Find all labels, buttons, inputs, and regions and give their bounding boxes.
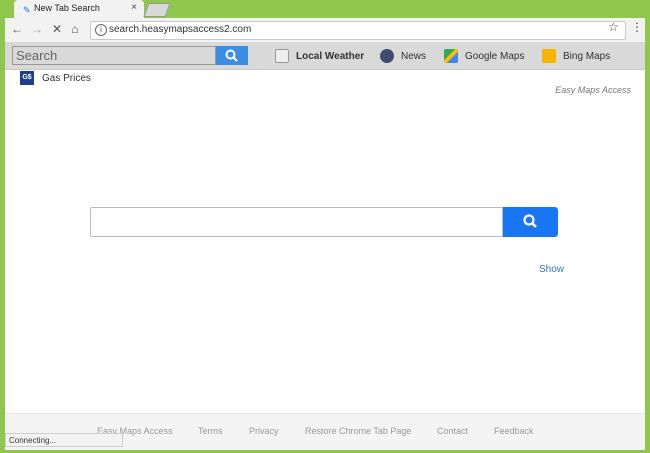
url-text[interactable]: search.heasymapsaccess2.com — [109, 24, 251, 35]
link-news[interactable]: News — [380, 47, 426, 65]
browser-menu-icon[interactable]: ⋮ — [631, 20, 643, 34]
bookmark-star-icon[interactable]: ☆ — [608, 20, 619, 34]
search-icon — [523, 214, 537, 228]
site-info-icon[interactable]: i — [95, 24, 107, 36]
new-tab-button[interactable] — [143, 3, 171, 17]
browser-tab[interactable]: ✎ New Tab Search × — [14, 0, 144, 18]
tab-close-icon[interactable]: × — [131, 2, 137, 13]
news-icon — [380, 49, 394, 63]
top-toolbar: Search Local Weather News Google Maps Bi… — [5, 42, 645, 70]
link-label: Bing Maps — [563, 50, 611, 62]
status-bar: Connecting... — [5, 433, 123, 447]
browser-window: ✎ New Tab Search × ← → ✕ ⌂ i search.heas… — [0, 0, 650, 453]
gas-prices-link[interactable]: G$ Gas Prices — [20, 70, 91, 86]
footer-link-privacy[interactable]: Privacy — [249, 426, 279, 436]
browser-toolbar: ← → ✕ ⌂ i search.heasymapsaccess2.com ☆ … — [5, 18, 645, 42]
gas-prices-icon: G$ — [20, 71, 34, 85]
link-label: Google Maps — [465, 50, 525, 62]
home-icon[interactable]: ⌂ — [68, 22, 82, 36]
link-label: Local Weather — [296, 50, 365, 62]
footer-link-contact[interactable]: Contact — [437, 426, 468, 436]
main-search-button[interactable] — [503, 207, 558, 237]
google-maps-icon — [444, 49, 458, 63]
broken-image-icon — [275, 49, 289, 63]
brand-label: Easy Maps Access — [555, 85, 631, 95]
link-label: News — [401, 50, 427, 62]
search-icon — [225, 49, 238, 62]
footer-link-restore-chrome-tab-page[interactable]: Restore Chrome Tab Page — [305, 426, 411, 436]
forward-icon[interactable]: → — [30, 22, 44, 36]
show-link[interactable]: Show — [539, 264, 564, 275]
footer-link-feedback[interactable]: Feedback — [494, 426, 534, 436]
back-icon[interactable]: ← — [10, 22, 24, 36]
address-bar[interactable]: i search.heasymapsaccess2.com — [90, 21, 626, 40]
gas-prices-label: Gas Prices — [42, 72, 91, 84]
main-search-input[interactable] — [90, 207, 503, 237]
bing-maps-icon — [542, 49, 556, 63]
tab-title: New Tab Search — [34, 3, 100, 13]
link-google-maps[interactable]: Google Maps — [444, 47, 524, 65]
link-local-weather[interactable]: Local Weather — [275, 47, 364, 65]
tab-favicon-icon: ✎ — [23, 5, 31, 15]
top-search-input[interactable]: Search — [12, 46, 216, 65]
footer-link-terms[interactable]: Terms — [198, 426, 223, 436]
top-search-button[interactable] — [216, 46, 248, 65]
page-content: Search Local Weather News Google Maps Bi… — [5, 42, 645, 450]
link-bing-maps[interactable]: Bing Maps — [542, 47, 610, 65]
stop-icon[interactable]: ✕ — [50, 22, 64, 36]
